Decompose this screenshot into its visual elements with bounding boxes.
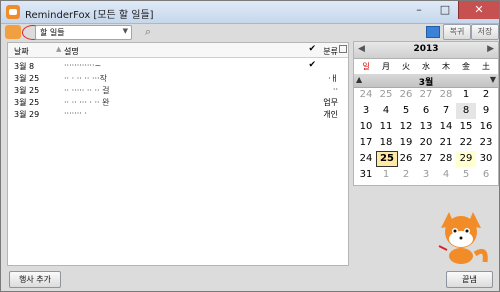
calendar-day[interactable]: 17 <box>356 135 376 151</box>
header-category[interactable]: 분류 <box>323 46 338 57</box>
calendar-day[interactable]: 24 <box>356 151 376 167</box>
table-row[interactable]: 3월 25 ·· ····· ·· ·· 걸 ·· <box>8 83 348 95</box>
calendar-day[interactable]: 26 <box>396 151 416 167</box>
calendar-day[interactable]: 1 <box>376 167 396 183</box>
calendar-day[interactable]: 22 <box>456 135 476 151</box>
calendar-day[interactable]: 4 <box>376 103 396 119</box>
row-check[interactable]: ✔ <box>308 60 316 70</box>
calendar-year: 2013 <box>413 44 439 54</box>
calendar-day[interactable]: 25 <box>376 151 398 167</box>
calendar-day[interactable]: 14 <box>436 119 456 135</box>
weekday-label: 火 <box>402 62 410 71</box>
calendar-day[interactable]: 3 <box>356 103 376 119</box>
minimize-button[interactable]: – <box>405 1 433 19</box>
calendar-day[interactable]: 7 <box>436 103 456 119</box>
app-window: ReminderFox [모든 할 일들] – □ ✕ 할 일들 ▼ ⌕ 복귀 … <box>0 0 500 292</box>
calendar-day[interactable]: 29 <box>456 151 476 167</box>
reminderfox-mascot <box>438 212 488 264</box>
calendar-day[interactable]: 16 <box>476 119 496 135</box>
calendar-day[interactable]: 31 <box>356 167 376 183</box>
table-row[interactable]: 3월 8 ············~ ✔ <box>8 59 348 71</box>
restore-button[interactable]: 복귀 <box>443 24 471 40</box>
row-date: 3월 29 <box>14 110 40 119</box>
calendar-year-bar: ◀ 2013 ▶ <box>354 42 498 59</box>
calendar-day[interactable]: 24 <box>356 87 376 103</box>
reminderfox-app-icon <box>6 5 20 19</box>
row-category: 개인 <box>323 110 338 119</box>
search-icon[interactable]: ⌕ <box>141 25 155 39</box>
weekday-label: 月 <box>382 62 390 71</box>
calendar-day[interactable]: 10 <box>356 119 376 135</box>
calendar-day[interactable]: 8 <box>456 103 476 119</box>
calendar-day[interactable]: 13 <box>416 119 436 135</box>
calendar-day[interactable]: 6 <box>476 167 496 183</box>
calendar-month-bar: ▲ 3월 ▼ <box>354 74 498 88</box>
column-picker-icon[interactable] <box>339 45 347 53</box>
weekday-label: 水 <box>422 62 430 71</box>
title-bar: ReminderFox [모든 할 일들] – □ ✕ <box>1 1 499 24</box>
calendar-day[interactable]: 30 <box>476 151 496 167</box>
weekday-label: 일 <box>362 62 370 71</box>
calendar-toggle-icon[interactable] <box>426 26 440 38</box>
row-category: ·· <box>332 85 338 94</box>
header-description[interactable]: 설명 <box>64 46 79 57</box>
table-row[interactable]: 3월 29 ······· · 개인 <box>8 107 348 119</box>
calendar-day[interactable]: 2 <box>476 87 496 103</box>
calendar-day[interactable]: 12 <box>396 119 416 135</box>
calendar-day[interactable]: 15 <box>456 119 476 135</box>
next-year-icon[interactable]: ▶ <box>487 44 494 54</box>
view-filter-select[interactable]: 할 일들 ▼ <box>35 25 132 40</box>
calendar-day[interactable]: 20 <box>416 135 436 151</box>
weekday-label: 土 <box>482 62 490 71</box>
calendar-day[interactable]: 4 <box>436 167 456 183</box>
table-row[interactable]: 3월 25 ·· · ·· ·· ···작 ·ㅐ <box>8 71 348 83</box>
calendar-day[interactable]: 28 <box>436 87 456 103</box>
save-button[interactable]: 저장 <box>471 24 499 40</box>
toolbar: 할 일들 ▼ ⌕ <box>1 23 499 41</box>
calendar-day[interactable]: 19 <box>396 135 416 151</box>
weekday-label: 木 <box>442 62 450 71</box>
calendar-day[interactable]: 27 <box>416 87 436 103</box>
sort-asc-icon: ▲ <box>56 45 62 53</box>
maximize-button[interactable]: □ <box>431 1 459 19</box>
chevron-down-icon: ▼ <box>122 27 128 35</box>
add-event-button[interactable]: 행사 추가 <box>9 271 61 288</box>
calendar-day[interactable]: 6 <box>416 103 436 119</box>
calendar-day[interactable]: 25 <box>376 87 396 103</box>
window-title: ReminderFox [모든 할 일들] <box>25 10 154 21</box>
calendar-day[interactable]: 21 <box>436 135 456 151</box>
calendar-day[interactable]: 11 <box>376 119 396 135</box>
view-filter-value: 할 일들 <box>40 28 65 37</box>
list-header: 날짜 ▲ 설명 ✔ 분류 <box>8 43 348 58</box>
next-month-icon[interactable]: ▼ <box>490 75 496 84</box>
list-rows: 3월 8 ············~ ✔ 3월 25 ·· · ·· ·· ··… <box>8 59 348 119</box>
calendar-day[interactable]: 1 <box>456 87 476 103</box>
fox-menu-icon[interactable] <box>5 25 21 39</box>
calendar-day[interactable]: 9 <box>476 103 496 119</box>
calendar-day[interactable]: 3 <box>416 167 436 183</box>
calendar-day[interactable]: 18 <box>376 135 396 151</box>
header-complete-check-icon[interactable]: ✔ <box>308 44 316 54</box>
row-description: ······· · <box>64 109 87 118</box>
table-row[interactable]: 3월 25 ·· ·· ··· · ·· 완 업무 <box>8 95 348 107</box>
reminder-list: 날짜 ▲ 설명 ✔ 분류 3월 8 ············~ ✔ 3월 25 … <box>7 42 349 266</box>
weekday-row: 일 月 火 水 木 金 土 <box>354 59 498 75</box>
close-window-button[interactable]: ✕ <box>458 1 499 19</box>
calendar-day[interactable]: 27 <box>416 151 436 167</box>
header-date[interactable]: 날짜 <box>14 46 29 57</box>
weekday-label: 金 <box>462 62 470 71</box>
calendar-day[interactable]: 2 <box>396 167 416 183</box>
calendar-day[interactable]: 23 <box>476 135 496 151</box>
calendar: ◀ 2013 ▶ 일 月 火 水 木 金 土 ▲ 3월 ▼ 24 25 26 27 28… <box>353 41 499 186</box>
close-button[interactable]: 끝냄 <box>446 271 493 288</box>
calendar-day[interactable]: 26 <box>396 87 416 103</box>
calendar-day[interactable]: 28 <box>436 151 456 167</box>
row-description: ············~ <box>64 61 102 70</box>
calendar-day[interactable]: 5 <box>396 103 416 119</box>
calendar-day[interactable]: 5 <box>456 167 476 183</box>
